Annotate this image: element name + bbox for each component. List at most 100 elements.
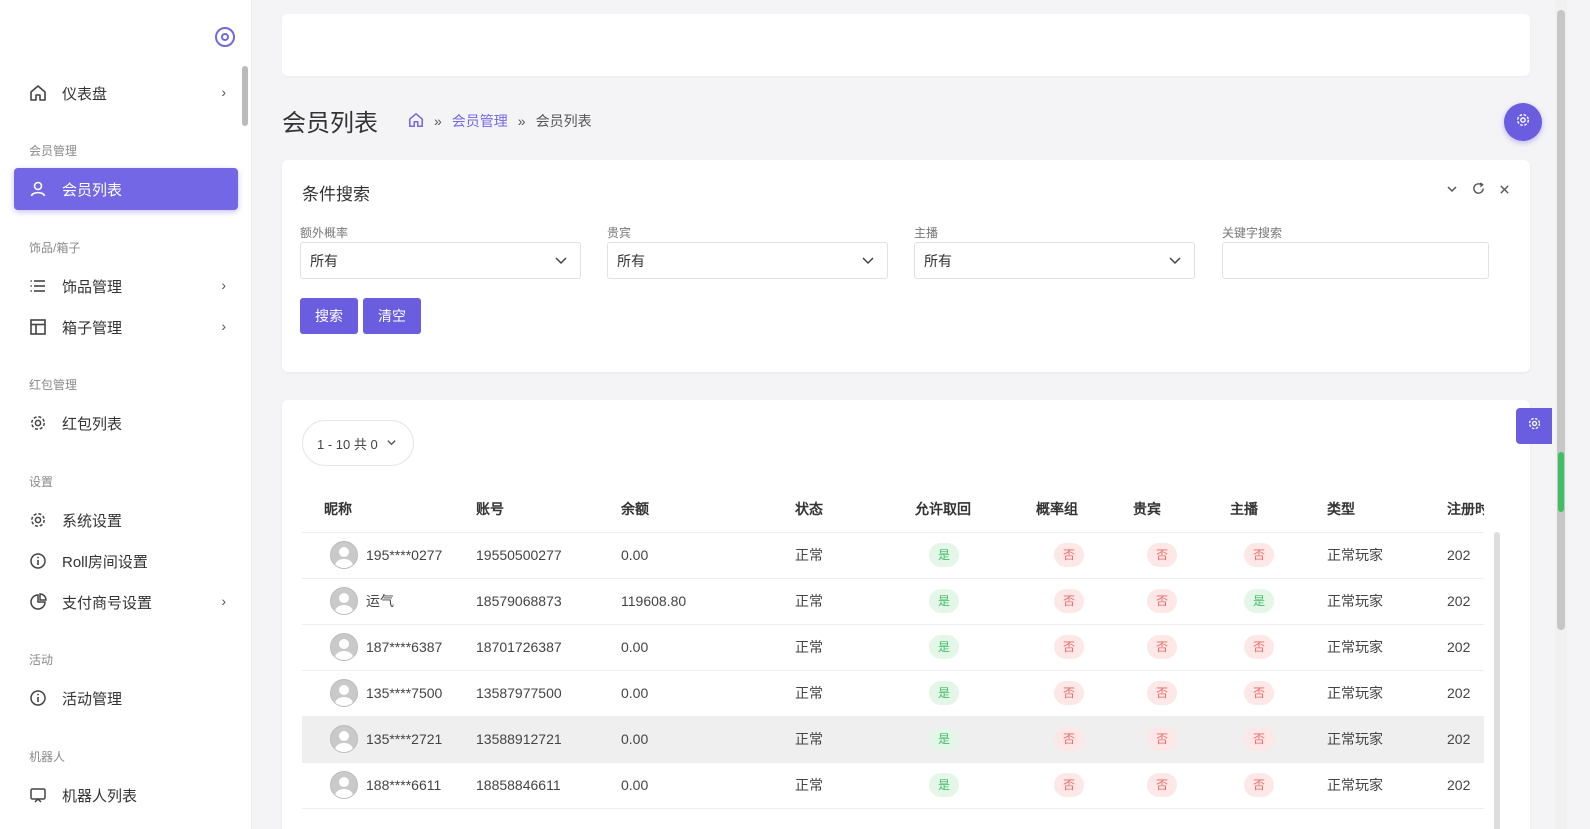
cell-prob: 否: [1036, 762, 1133, 809]
cell-status: 正常: [795, 578, 915, 625]
cell-anchor: 否: [1230, 670, 1327, 717]
sidebar-item-system-settings[interactable]: 系统设置: [14, 499, 238, 541]
keyword-search-input[interactable]: [1222, 242, 1489, 279]
sidebar-item-payment-merchant-settings[interactable]: 支付商号设置 ›: [14, 581, 238, 623]
sidebar-item-label: 会员列表: [62, 181, 123, 199]
table-row[interactable]: 188****6611 18858846611 0.00 正常是 否 否 否 正常玩家 202: [302, 762, 1484, 809]
table-row[interactable]: 187****6387 18701726387 0.00 正常是 否 否 否 正常玩家 202: [302, 624, 1484, 671]
pager-text: 1 - 10 共 0: [317, 436, 378, 452]
vip-label: 贵宾: [607, 226, 632, 240]
vip-select[interactable]: 所有: [607, 242, 888, 279]
page-size-selector[interactable]: 1 - 10 共 0: [302, 420, 414, 466]
status-badge: 否: [1054, 681, 1084, 705]
chevron-right-icon: ›: [221, 277, 226, 293]
status-badge: 否: [1054, 635, 1084, 659]
cell-nickname: 195****0277: [302, 532, 476, 579]
avatar: [330, 587, 358, 615]
select-value: 所有: [310, 252, 338, 269]
sidebar-item-label: 机器人列表: [62, 787, 138, 805]
status-badge: 否: [1147, 589, 1177, 613]
search-button[interactable]: 搜索: [300, 298, 358, 334]
status-badge: 是: [929, 635, 959, 659]
nickname-text: 188****6611: [366, 777, 442, 793]
column-header-probability-group[interactable]: 概率组: [1036, 486, 1133, 533]
theme-settings-button[interactable]: [1516, 408, 1552, 444]
page-scrollbar-thumb[interactable]: [1557, 10, 1565, 630]
anchor-label: 主播: [914, 226, 939, 240]
sidebar-scrollbar[interactable]: [242, 66, 248, 126]
cell-prob: 否: [1036, 578, 1133, 625]
cell-type: 正常玩家: [1327, 762, 1447, 809]
nickname-text: 135****2721: [366, 731, 443, 747]
column-header-balance[interactable]: 余额: [621, 486, 795, 533]
settings-button[interactable]: [1504, 103, 1542, 141]
anchor-select[interactable]: 所有: [914, 242, 1195, 279]
status-badge: 是: [929, 543, 959, 567]
status-badge: 否: [1147, 543, 1177, 567]
chevron-right-icon: ›: [221, 593, 226, 609]
cell-vip: 否: [1133, 716, 1230, 763]
column-header-account[interactable]: 账号: [476, 486, 621, 533]
keyword-label: 关键字搜索: [1222, 226, 1283, 240]
sidebar-item-skin-management[interactable]: 饰品管理 ›: [14, 265, 238, 307]
sidebar-item-box-management[interactable]: 箱子管理 ›: [14, 306, 238, 348]
sidebar-logo-row: [0, 0, 251, 70]
column-header-allow-retrieve[interactable]: 允许取回: [915, 486, 1036, 533]
sidebar-item-member-list[interactable]: 会员列表: [14, 168, 238, 210]
nickname-text: 运气: [366, 593, 394, 609]
table-scrollbar[interactable]: [1494, 532, 1500, 829]
sidebar-section-title: 饰品/箱子: [29, 241, 81, 255]
status-badge: 否: [1054, 727, 1084, 751]
sidebar-item-dashboard[interactable]: 仪表盘 ›: [14, 72, 238, 114]
cell-nickname: 135****2721: [302, 716, 476, 763]
breadcrumb-member-management[interactable]: 会员管理: [452, 111, 508, 131]
column-header-nickname[interactable]: 昵称: [302, 486, 476, 533]
table-row[interactable]: 135****2721 13588912721 0.00 正常是 否 否 否 正常玩家 202: [302, 716, 1484, 763]
table-row[interactable]: 195****0277 19550500277 0.00 正常是 否 否 否 正常玩家 202: [302, 532, 1484, 579]
column-header-register-time[interactable]: 注册时: [1447, 486, 1484, 533]
table-row[interactable]: 运气 18579068873 119608.80 正常是否否是正常玩家 202: [302, 578, 1484, 625]
sidebar-item-activity-management[interactable]: 活动管理: [14, 677, 238, 719]
layout-icon: [28, 317, 48, 337]
chevron-down-icon: [861, 253, 875, 270]
cell-vip: 否: [1133, 670, 1230, 717]
cell-reg: 202: [1447, 624, 1484, 671]
extra-probability-select[interactable]: 所有: [300, 242, 581, 279]
collapse-icon[interactable]: [1446, 182, 1458, 198]
sidebar-item-robot-list[interactable]: 机器人列表: [14, 774, 238, 816]
cell-type: 正常玩家: [1327, 624, 1447, 671]
column-header-vip[interactable]: 贵宾: [1133, 486, 1230, 533]
avatar: [330, 725, 358, 753]
page-scrollbar[interactable]: [1555, 0, 1567, 829]
status-badge: 是: [929, 681, 959, 705]
column-header-status[interactable]: 状态: [795, 486, 915, 533]
column-header-type[interactable]: 类型: [1327, 486, 1447, 533]
clear-button[interactable]: 清空: [363, 298, 421, 334]
sidebar-section-title: 设置: [29, 475, 54, 489]
avatar: [330, 541, 358, 569]
refresh-icon[interactable]: [1472, 182, 1485, 198]
sidebar-section-title: 机器人: [29, 750, 66, 764]
table-header-row: 昵称 账号 余额 状态 允许取回 概率组 贵宾 主播 类型 注册时: [302, 486, 1484, 533]
cell-balance: 119608.80: [621, 578, 795, 625]
gear-icon: [28, 510, 48, 530]
cell-account: 13588912721: [476, 716, 621, 763]
table-row[interactable]: 135****7500 13587977500 0.00 正常是 否 否 否 正常玩家 202: [302, 670, 1484, 717]
home-icon[interactable]: [408, 112, 424, 131]
cell-retrieve: 是: [915, 762, 1036, 809]
close-icon[interactable]: [1499, 182, 1510, 198]
cell-retrieve: 是: [915, 532, 1036, 579]
status-badge: 否: [1244, 635, 1274, 659]
sidebar-toggle-icon[interactable]: [215, 27, 235, 47]
cell-vip: 否: [1133, 578, 1230, 625]
sidebar-item-roll-room-settings[interactable]: Roll房间设置: [14, 540, 238, 582]
cell-balance: 0.00: [621, 532, 795, 579]
column-header-anchor[interactable]: 主播: [1230, 486, 1327, 533]
nickname-text: 195****0277: [366, 547, 443, 563]
sidebar-item-redpacket-list[interactable]: 红包列表: [14, 402, 238, 444]
chevron-down-icon: [386, 436, 397, 451]
avatar: [330, 679, 358, 707]
sidebar-section-title: 会员管理: [29, 144, 78, 158]
cell-account: 13587977500: [476, 670, 621, 717]
cell-anchor: 否: [1230, 624, 1327, 671]
